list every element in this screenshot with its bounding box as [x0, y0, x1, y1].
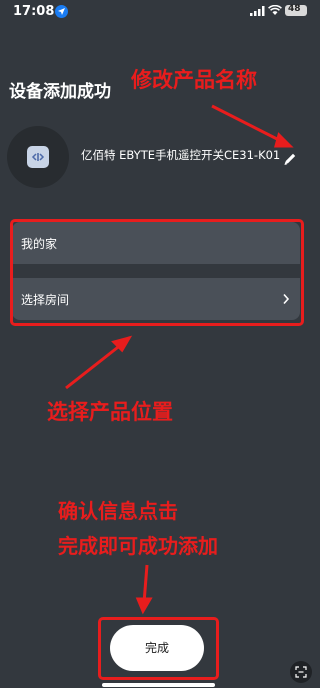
arrow-to-done [142, 564, 149, 604]
arrow-to-location [65, 342, 123, 390]
arrow-head-done [135, 597, 153, 615]
arrow-to-edit [211, 104, 284, 144]
annotation-arrows [65, 104, 294, 615]
arrow-head-edit [274, 132, 294, 148]
